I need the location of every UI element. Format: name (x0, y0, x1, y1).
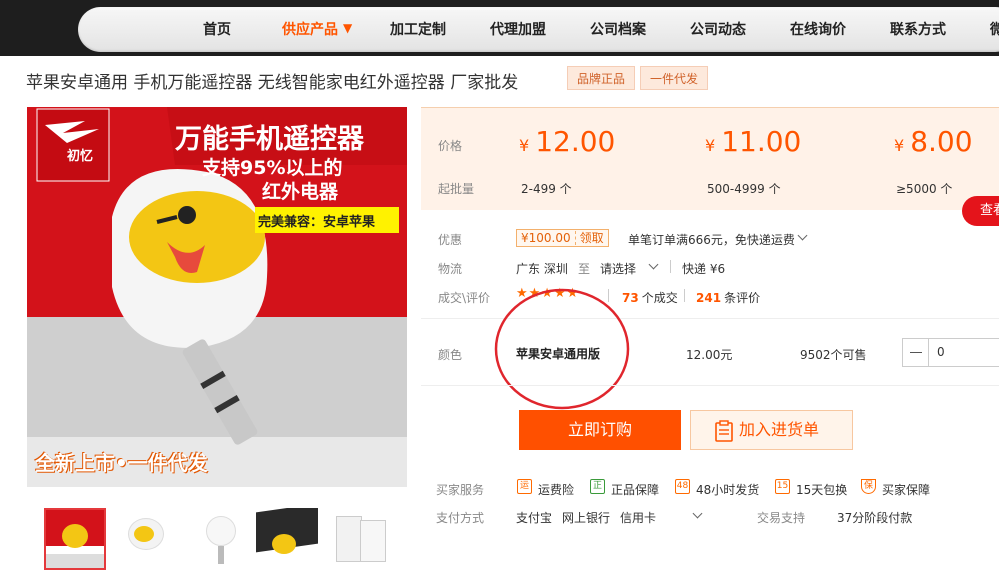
pay-netbank[interactable]: 网上银行 (562, 509, 610, 526)
exchange-15d-icon: 15 (775, 479, 790, 494)
reviews-number: 241 (696, 291, 722, 305)
price-tier-2: ¥11.00 (705, 125, 801, 158)
view-button[interactable]: 查看 (962, 196, 999, 226)
variant-price: 12.00元 (686, 348, 733, 362)
destination-select[interactable]: 请选择 (600, 260, 636, 277)
batch-qty-3: ≥5000 个 (896, 182, 953, 196)
deals-text: 个成交 (641, 291, 678, 305)
variant-stock: 9502个可售 (800, 348, 867, 362)
reviews-count[interactable]: 241 条评价 (696, 289, 760, 306)
logistics-label: 物流 (438, 262, 463, 276)
thumbnail-4[interactable] (256, 508, 318, 570)
product-main-image[interactable]: 初忆 万能手机遥控器 支持95%以上的 红外电器 完美兼容：安卓苹果 全新上市•… (27, 107, 407, 487)
payment-label: 支付方式 (436, 511, 485, 525)
buy-now-button[interactable]: 立即订购 (519, 410, 681, 450)
nav-agency[interactable]: 代理加盟 (490, 19, 546, 39)
section-divider (421, 385, 999, 386)
chevron-down-icon[interactable] (648, 259, 659, 270)
thumbnail-2[interactable] (118, 508, 180, 570)
image-compat: 完美兼容：安卓苹果 (258, 215, 376, 230)
minus-icon[interactable] (903, 339, 929, 366)
genuine-guarantee-icon: 正 (590, 479, 605, 494)
nav-inquiry[interactable]: 在线询价 (790, 19, 846, 39)
nav-contact[interactable]: 联系方式 (890, 19, 946, 39)
annotation-circle (494, 288, 630, 410)
logistics-to: 至 (578, 262, 591, 276)
price-value: 12.00 (535, 125, 616, 158)
quantity-stepper[interactable]: 0 (902, 338, 999, 367)
service-exchange[interactable]: 15天包换 (796, 481, 847, 498)
service-protection[interactable]: 买家保障 (882, 481, 930, 498)
promo-label: 优惠 (438, 233, 463, 247)
services-label: 买家服务 (436, 483, 485, 497)
price-tier-3: ¥8.00 (894, 125, 973, 158)
thumbnail-5[interactable] (330, 508, 392, 570)
currency-symbol: ¥ (519, 136, 530, 155)
price-value: 8.00 (910, 125, 973, 158)
chevron-down-icon[interactable]: ▼ (343, 21, 352, 35)
nav-products[interactable]: 供应产品 (282, 19, 338, 39)
brand-logo-text: 初忆 (67, 149, 94, 164)
pay-alipay[interactable]: 支付宝 (516, 509, 552, 526)
price-tier-1: ¥12.00 (519, 125, 615, 158)
quantity-input[interactable]: 0 (937, 345, 945, 359)
image-line1: 支持95%以上的 (202, 157, 343, 179)
image-line2: 红外电器 (262, 181, 339, 203)
buyer-protection-icon: 保 (861, 479, 876, 494)
brand-tag: 品牌正品 (567, 66, 636, 90)
currency-symbol: ¥ (894, 136, 905, 155)
pay-credit[interactable]: 信用卡 (620, 509, 656, 526)
price-value: 11.00 (721, 125, 802, 158)
price-label: 价格 (438, 139, 463, 153)
service-48h[interactable]: 48小时发货 (696, 481, 759, 498)
freight-insurance-icon: 运 (517, 479, 532, 494)
trade-support-label: 交易支持 (757, 511, 806, 525)
chevron-down-icon[interactable] (692, 508, 703, 519)
reviews-text: 条评价 (724, 291, 761, 305)
image-bottom-banner: 全新上市•一件代发 (35, 451, 208, 475)
dropship-tag: 一件代发 (640, 66, 709, 90)
trade-support-value: 37分阶段付款 (837, 511, 913, 525)
logistics-origin: 广东 深圳 (516, 262, 568, 276)
nav-custom[interactable]: 加工定制 (390, 19, 446, 39)
nav-news[interactable]: 公司动态 (690, 19, 746, 39)
batch-qty-2: 500-4999 个 (707, 182, 781, 196)
product-title: 苹果安卓通用 手机万能遥控器 无线智能家电红外遥控器 厂家批发 (26, 73, 519, 93)
image-headline: 万能手机遥控器 (175, 124, 364, 155)
batch-qty-1: 2-499 个 (521, 182, 572, 196)
coupon-badge[interactable]: ¥100.00 领取 (516, 229, 609, 247)
divider (684, 289, 685, 302)
nav-home[interactable]: 首页 (203, 19, 231, 39)
ship-48h-icon: 48 (675, 479, 690, 494)
add-to-cart-button[interactable]: 加入进货单 (690, 410, 853, 450)
chevron-down-icon[interactable] (797, 230, 808, 241)
reviews-label: 成交\评价 (438, 291, 491, 305)
thumbnail-3[interactable] (192, 508, 254, 570)
service-genuine[interactable]: 正品保障 (611, 481, 659, 498)
thumbnail-1[interactable] (44, 508, 106, 570)
nav-profile[interactable]: 公司档案 (590, 19, 646, 39)
clipboard-icon (715, 420, 733, 442)
color-label: 颜色 (438, 348, 463, 362)
add-to-cart-label: 加入进货单 (739, 420, 820, 439)
coupon-claim[interactable]: 领取 (574, 231, 608, 245)
express-fee: 快递 ¥6 (682, 262, 726, 276)
service-freight[interactable]: 运费险 (538, 481, 574, 498)
promo-text: 单笔订单满666元，免快递运费 (628, 233, 795, 247)
currency-symbol: ¥ (705, 136, 716, 155)
batch-label: 起批量 (438, 182, 475, 196)
coupon-value: ¥100.00 (521, 231, 571, 245)
nav-more[interactable]: 微 (990, 19, 999, 39)
divider (670, 260, 671, 273)
top-nav-bar: 首页 供应产品 ▼ 加工定制 代理加盟 公司档案 公司动态 在线询价 联系方式 … (0, 0, 999, 56)
